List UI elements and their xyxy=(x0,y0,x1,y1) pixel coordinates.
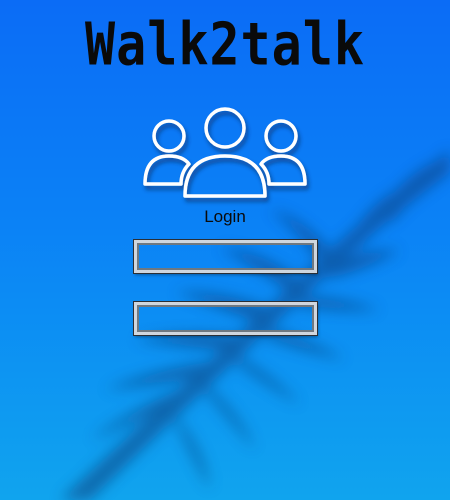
login-label: Login xyxy=(204,207,246,226)
username-input[interactable] xyxy=(134,240,317,273)
users-group-icon xyxy=(143,107,307,198)
password-input[interactable] xyxy=(134,302,317,335)
app-title: Walk2talk xyxy=(85,10,365,79)
